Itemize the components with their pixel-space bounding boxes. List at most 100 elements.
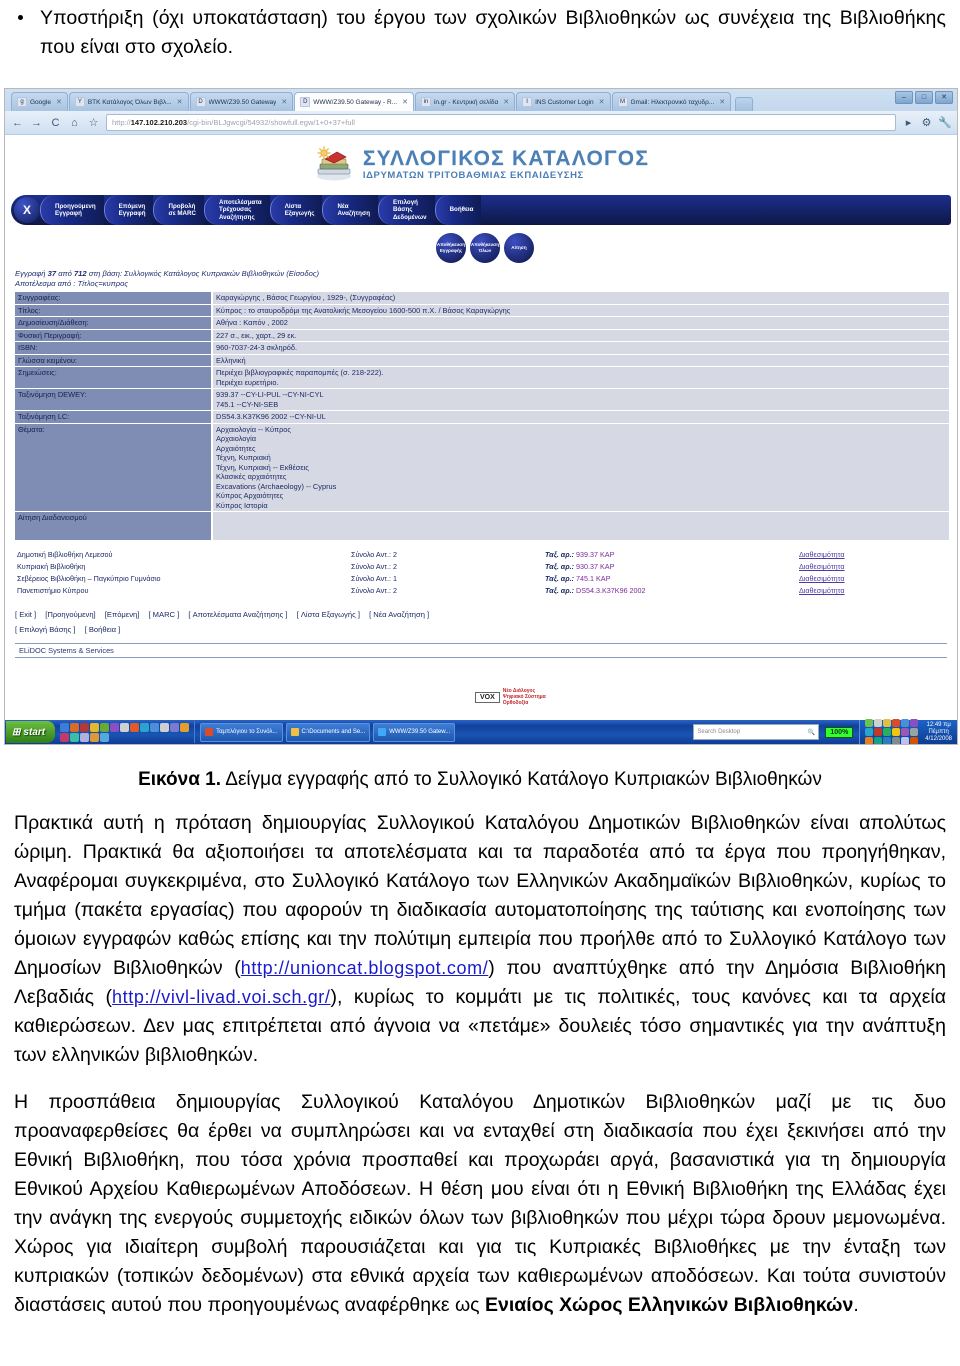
tray-icon[interactable] <box>865 728 874 736</box>
tray-icon[interactable] <box>883 719 892 727</box>
close-toolbar-button[interactable]: X <box>14 197 40 223</box>
toolbar-export-list-button[interactable]: Λίστα Εξαγωγής <box>269 195 323 225</box>
footer-link-prev[interactable]: [Προηγούμενη] <box>45 610 95 619</box>
tray-icon[interactable] <box>901 719 910 727</box>
toolbar-select-database-button[interactable]: Επιλογή Βάσης Δεδομένων <box>377 195 435 225</box>
toolbar-marc-view-button[interactable]: Προβολή σε MARC <box>153 195 204 225</box>
footer-link-results[interactable]: [ Αποτελέσματα Αναζήτησης ] <box>188 610 287 619</box>
quicklaunch-icon[interactable] <box>130 722 140 732</box>
toolbar-prev-record-button[interactable]: Προηγούμενη Εγγραφή <box>40 195 104 225</box>
close-icon[interactable]: ✕ <box>56 98 62 106</box>
save-all-button[interactable]: Αποθήκευση Όλων <box>470 233 500 263</box>
tray-icon[interactable] <box>883 728 892 736</box>
toolbar-next-record-button[interactable]: Επόμενη Εγγραφή <box>103 195 154 225</box>
link-unioncat[interactable]: http://unioncat.blogspot.com/ <box>241 958 489 978</box>
start-button[interactable]: ⊞ start <box>6 721 56 743</box>
quicklaunch-icon[interactable] <box>170 722 180 732</box>
browser-tab[interactable]: g Google ✕ <box>11 92 68 111</box>
quicklaunch-icon[interactable] <box>100 722 110 732</box>
holding-availability-link[interactable]: Διαθεσιμότητα <box>797 561 949 573</box>
quicklaunch-icon[interactable] <box>180 722 190 732</box>
request-button[interactable]: Αίτηση <box>504 233 534 263</box>
minimize-button[interactable]: – <box>895 91 913 104</box>
page-menu-icon[interactable]: ⚙ <box>920 116 933 129</box>
quicklaunch-icon[interactable] <box>150 722 160 732</box>
holding-availability-link[interactable]: Διαθεσιμότητα <box>797 549 949 561</box>
footer-link-help[interactable]: [ Βοήθεια ] <box>85 625 121 634</box>
quicklaunch-icon[interactable] <box>160 722 170 732</box>
browser-tab[interactable]: in in.gr - Κεντρική σελίδα ✕ <box>414 92 516 111</box>
quicklaunch-icon[interactable] <box>90 732 100 742</box>
quicklaunch-icon[interactable] <box>70 732 80 742</box>
home-icon[interactable]: ⌂ <box>68 117 81 129</box>
quicklaunch-icon[interactable] <box>60 722 70 732</box>
quicklaunch-icon[interactable] <box>100 732 110 742</box>
footer-link-next[interactable]: [Επόμενη] <box>105 610 140 619</box>
tray-icon[interactable] <box>910 737 919 744</box>
close-icon[interactable]: ✕ <box>503 98 509 106</box>
footer-link-selectdb[interactable]: [ Επιλογή Βάσης ] <box>15 625 76 634</box>
toolbar-new-search-button[interactable]: Νέα Αναζήτηση <box>322 195 378 225</box>
toolbar-search-results-button[interactable]: Αποτελέσματα Τρέχουσας Αναζήτησης <box>203 195 270 225</box>
footer-link-marc[interactable]: [ MARC ] <box>148 610 179 619</box>
close-window-button[interactable]: ✕ <box>935 91 953 104</box>
quicklaunch-icon[interactable] <box>140 722 150 732</box>
new-tab-button[interactable] <box>735 97 754 111</box>
wrench-icon[interactable]: 🔧 <box>938 116 952 129</box>
browser-tab[interactable]: M Gmail: Ηλεκτρονικό ταχυδρ... ✕ <box>611 92 732 111</box>
tray-icon[interactable] <box>865 737 874 744</box>
back-icon[interactable]: ← <box>11 117 24 129</box>
holding-availability-link[interactable]: Διαθεσιμότητα <box>797 573 949 585</box>
tray-icon[interactable] <box>892 737 901 744</box>
close-icon[interactable]: ✕ <box>177 98 183 106</box>
tray-icon[interactable] <box>865 719 874 727</box>
toolbar-help-button[interactable]: Βοήθεια <box>434 195 482 225</box>
tray-icon[interactable] <box>892 728 901 736</box>
taskbar-window-button[interactable]: WWW/Z39.50 Gatew... <box>373 722 456 742</box>
browser-tab[interactable]: D WWW/Z39.50 Gateway ✕ <box>189 92 294 111</box>
maximize-button[interactable]: □ <box>915 91 933 104</box>
tray-icon[interactable] <box>874 719 883 727</box>
tray-icon[interactable] <box>910 728 919 736</box>
quicklaunch-icon[interactable] <box>60 732 70 742</box>
tray-icon[interactable] <box>910 719 919 727</box>
quicklaunch-icon[interactable] <box>80 732 90 742</box>
window-controls: – □ ✕ <box>895 91 953 104</box>
quicklaunch-icon[interactable] <box>90 722 100 732</box>
footer-link-export[interactable]: [ Λίστα Εξαγωγής ] <box>297 610 360 619</box>
quicklaunch-icon[interactable] <box>110 722 120 732</box>
browser-tab-active[interactable]: D WWW/Z39.50 Gateway - R... ✕ <box>294 92 414 111</box>
close-icon[interactable]: ✕ <box>599 98 605 106</box>
taskbar-window-button[interactable]: C:\Documents and Se... <box>285 722 371 742</box>
footer-link-exit[interactable]: [ Exit ] <box>15 610 36 619</box>
close-icon[interactable]: ✕ <box>281 98 287 106</box>
bookmark-star-icon[interactable]: ☆ <box>87 116 100 129</box>
tray-icon[interactable] <box>874 737 883 744</box>
taskbar-clock[interactable]: 12:49 πμ Πέμπτη 4/12/2008 <box>925 722 952 743</box>
tray-icon[interactable] <box>901 737 910 744</box>
chevron-right-icon[interactable]: ▸ <box>902 116 915 129</box>
field-label[interactable]: Αίτηση Διαδανεισμού <box>15 511 213 541</box>
browser-tab[interactable]: I INS Customer Login ✕ <box>516 92 611 111</box>
taskbar-window-button[interactable]: Ταμπλόγιου το Συνόλ... <box>200 722 283 742</box>
close-icon[interactable]: ✕ <box>402 98 408 106</box>
tray-icon[interactable] <box>901 728 910 736</box>
holding-availability-link[interactable]: Διαθεσιμότητα <box>797 585 949 597</box>
quicklaunch-icon[interactable] <box>80 722 90 732</box>
save-record-button[interactable]: Αποθήκευση Εγγραφής <box>436 233 466 263</box>
reload-icon[interactable]: C <box>49 117 62 129</box>
tray-icon[interactable] <box>883 737 892 744</box>
close-icon[interactable]: ✕ <box>719 98 725 106</box>
quicklaunch-icon[interactable] <box>70 722 80 732</box>
search-icon[interactable]: 🔍 <box>808 729 815 736</box>
vox-badge[interactable]: VOX Νέο Διάλογος Ψηφιακό Σύστημα Ορθοδοξ… <box>475 688 546 706</box>
browser-tab[interactable]: Y ΒΤΚ Κατάλογος Όλων Βιβλ... ✕ <box>68 92 189 111</box>
desktop-search-input[interactable]: Search Desktop 🔍 <box>693 724 820 740</box>
quicklaunch-icon[interactable] <box>120 722 130 732</box>
tray-icon[interactable] <box>892 719 901 727</box>
address-bar[interactable]: http://147.102.210.203/cgi-bin/BLJgwcgi/… <box>106 114 896 131</box>
footer-link-newsearch[interactable]: [ Νέα Αναζήτηση ] <box>369 610 429 619</box>
forward-icon[interactable]: → <box>30 117 43 129</box>
link-vivl-livad[interactable]: http://vivl-livad.voi.sch.gr/ <box>112 987 330 1007</box>
tray-icon[interactable] <box>874 728 883 736</box>
